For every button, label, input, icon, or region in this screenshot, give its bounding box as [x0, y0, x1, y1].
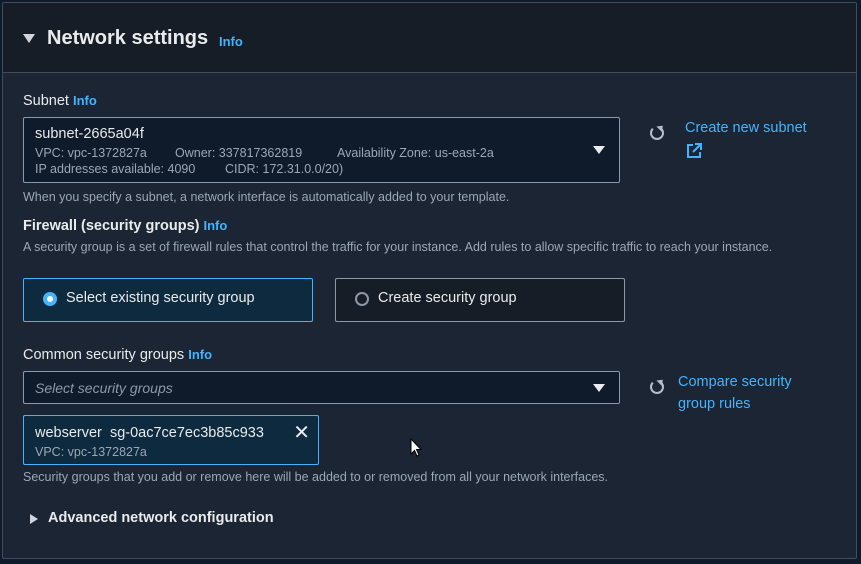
mouse-cursor-icon	[410, 437, 423, 463]
radio-create-sg-label: Create security group	[378, 290, 517, 306]
security-groups-select[interactable]: Select security groups	[23, 371, 620, 404]
create-subnet-link-text[interactable]: Create new subnet	[685, 120, 807, 136]
collapse-caret-icon[interactable]	[23, 34, 35, 43]
subnet-select[interactable]: subnet-2665a04f VPC: vpc-1372827a Owner:…	[23, 117, 620, 183]
firewall-info-link[interactable]: Info	[204, 218, 228, 233]
radio-select-existing-sg[interactable]: Select existing security group	[23, 278, 313, 322]
token-vpc: VPC: vpc-1372827a	[35, 445, 147, 459]
radio-select-existing-label: Select existing security group	[66, 290, 255, 306]
external-link-icon[interactable]	[686, 143, 702, 159]
subnet-owner: Owner: 337817362819	[175, 146, 303, 160]
firewall-description: A security group is a set of firewall ru…	[23, 240, 773, 254]
common-sg-label: Common security groups Info	[23, 347, 212, 363]
common-sg-info-link[interactable]: Info	[188, 347, 212, 362]
security-groups-placeholder: Select security groups	[35, 380, 173, 396]
subnet-vpc: VPC: vpc-1372827a	[35, 146, 147, 160]
section-title: Network settings	[47, 27, 209, 49]
security-group-token: webserver sg-0ac7ce7ec3b85c933 VPC: vpc-…	[23, 415, 319, 465]
subnet-label: Subnet Info	[23, 93, 97, 109]
subnet-help-text: When you specify a subnet, a network int…	[23, 190, 510, 204]
radio-selected-icon[interactable]	[43, 292, 57, 306]
close-icon[interactable]: ✕	[293, 423, 310, 443]
token-label: webserver sg-0ac7ce7ec3b85c933	[35, 425, 264, 441]
subnet-info-link[interactable]: Info	[73, 93, 97, 108]
caret-down-icon	[593, 146, 605, 154]
subnet-ips: IP addresses available: 4090	[35, 162, 196, 176]
subnet-selected-name: subnet-2665a04f	[35, 126, 144, 142]
compare-sg-rules-link[interactable]: Compare security group rules	[678, 371, 828, 415]
section-info-link[interactable]: Info	[219, 34, 243, 49]
refresh-icon[interactable]	[650, 380, 664, 394]
create-subnet-link[interactable]: Create new subnet	[685, 117, 807, 139]
refresh-icon[interactable]	[650, 126, 664, 140]
advanced-network-config-toggle[interactable]: Advanced network configuration	[48, 510, 274, 526]
common-sg-help-text: Security groups that you add or remove h…	[23, 470, 609, 484]
subnet-cidr: CIDR: 172.31.0.0/20)	[225, 162, 344, 176]
radio-create-sg[interactable]: Create security group	[335, 278, 625, 322]
firewall-label-text: Firewall (security groups)	[23, 218, 200, 234]
firewall-label: Firewall (security groups) Info	[23, 218, 227, 234]
token-id: sg-0ac7ce7ec3b85c933	[109, 425, 264, 441]
token-name: webserver	[35, 425, 102, 441]
radio-unselected-icon[interactable]	[355, 292, 369, 306]
expand-caret-icon[interactable]	[30, 514, 38, 524]
caret-down-icon	[593, 384, 605, 392]
section-header[interactable]: Network settings Info	[3, 3, 856, 73]
subnet-az: Availability Zone: us-east-2a	[337, 146, 494, 160]
common-sg-label-text: Common security groups	[23, 347, 185, 363]
subnet-label-text: Subnet	[23, 93, 69, 109]
